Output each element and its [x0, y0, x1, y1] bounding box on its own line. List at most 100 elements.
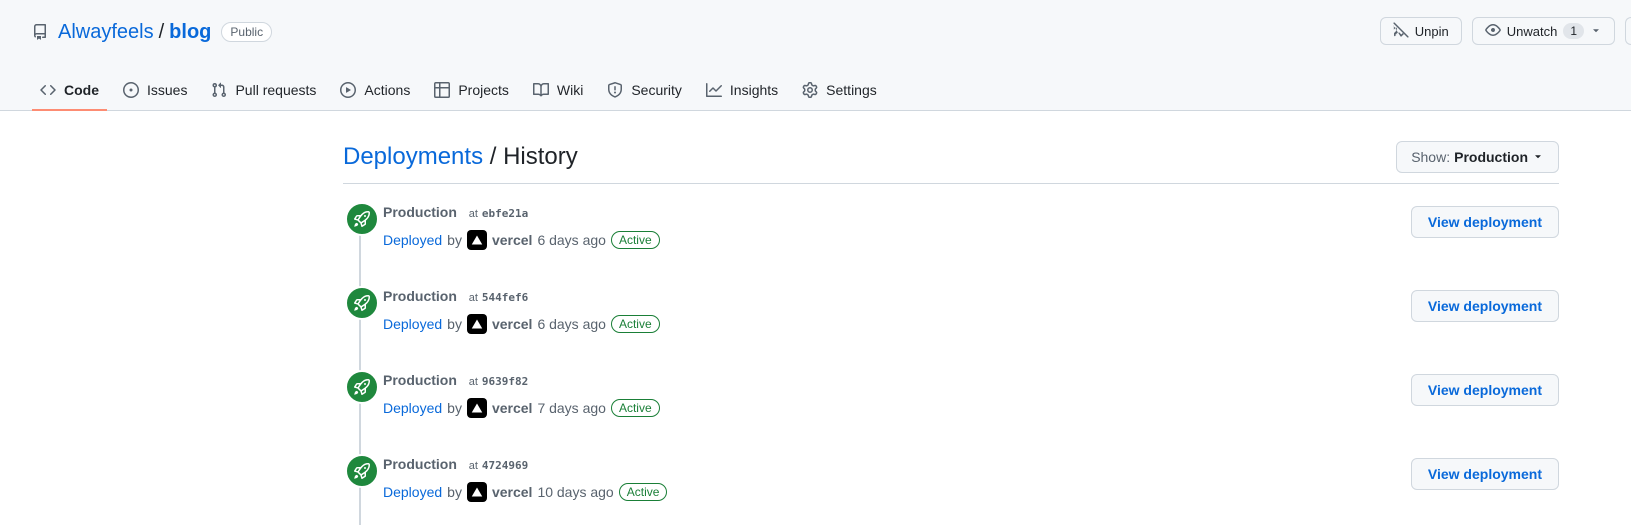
deployment-at: at: [468, 208, 478, 220]
deployment-at: at: [468, 460, 478, 472]
environment-filter-button[interactable]: Show: Production: [1396, 140, 1559, 173]
rocket-icon: [345, 202, 379, 236]
more-actions-button[interactable]: [1625, 17, 1631, 45]
deployed-link[interactable]: Deployed: [383, 400, 442, 416]
repo-icon: [32, 24, 48, 40]
vercel-avatar[interactable]: [466, 314, 487, 334]
tab-wiki-label: Wiki: [556, 82, 584, 98]
view-deployment-button[interactable]: View deployment: [1410, 290, 1559, 322]
deployment-env-line: Production at 544fef6: [383, 286, 660, 308]
watch-count: 1: [1563, 23, 1584, 39]
deployment-sha: 544fef6: [481, 291, 529, 304]
rocket-icon: [345, 454, 379, 488]
deployer-name[interactable]: vercel: [492, 316, 532, 332]
view-deployment-button[interactable]: View deployment: [1410, 206, 1559, 238]
tab-issues[interactable]: Issues: [115, 70, 195, 110]
unwatch-button[interactable]: Unwatch 1: [1471, 17, 1615, 45]
vercel-triangle-icon: [471, 319, 483, 329]
deployed-by: by: [447, 232, 462, 248]
unwatch-label: Unwatch: [1506, 23, 1558, 39]
tab-actions[interactable]: Actions: [332, 70, 418, 110]
show-prefix: Show:: [1411, 148, 1451, 165]
breadcrumb-separator: /: [489, 142, 497, 170]
tab-insights-label: Insights: [729, 82, 779, 98]
tab-issues-label: Issues: [147, 82, 188, 98]
deployment-body: Production at 544fef6 Deployed by vercel…: [383, 282, 660, 366]
deployment-item: Production at 4724969 Deployed by vercel…: [343, 450, 1559, 525]
tab-insights[interactable]: Insights: [698, 70, 786, 110]
visibility-badge: Public: [221, 22, 273, 42]
deployment-meta-line: Deployed by vercel 10 days ago Active: [383, 482, 668, 502]
play-icon: [340, 82, 357, 98]
tab-security-label: Security: [631, 82, 682, 98]
status-badge: Active: [610, 315, 660, 333]
unpin-button[interactable]: Unpin: [1379, 17, 1462, 45]
deployment-env-line: Production at 4724969: [383, 454, 667, 476]
code-icon: [40, 84, 56, 96]
view-deployment-button[interactable]: View deployment: [1410, 374, 1559, 406]
deployed-by: by: [447, 316, 462, 332]
deployment-time: 6 days ago: [537, 316, 606, 332]
deployment-item: Production at 544fef6 Deployed by vercel…: [343, 282, 1559, 366]
deployment-body: Production at 9639f82 Deployed by vercel…: [383, 366, 660, 450]
unpin-label: Unpin: [1414, 23, 1449, 39]
deployment-item: Production at 9639f82 Deployed by vercel…: [343, 366, 1559, 450]
deployment-env-line: Production at 9639f82: [383, 370, 660, 392]
deployment-environment: Production: [383, 288, 457, 304]
deployment-time: 7 days ago: [537, 400, 606, 416]
deployment-meta-line: Deployed by vercel 6 days ago Active: [383, 230, 660, 250]
repo-name-link[interactable]: blog: [169, 21, 211, 44]
vercel-avatar[interactable]: [466, 482, 487, 502]
deployed-link[interactable]: Deployed: [383, 232, 442, 248]
deployed-link[interactable]: Deployed: [383, 316, 442, 332]
vercel-triangle-icon: [471, 403, 483, 413]
deployment-environment: Production: [383, 204, 457, 220]
deployment-body: Production at 4724969 Deployed by vercel…: [383, 450, 668, 525]
deployer-name[interactable]: vercel: [492, 400, 532, 416]
vercel-avatar[interactable]: [466, 230, 487, 250]
page-header: Deployments / History Show: Production: [343, 130, 1559, 184]
deployed-link[interactable]: Deployed: [383, 484, 442, 500]
issue-opened-icon: [123, 82, 139, 98]
vercel-triangle-icon: [471, 235, 483, 245]
deployment-sha: 9639f82: [481, 375, 529, 388]
tab-wiki[interactable]: Wiki: [525, 70, 591, 110]
repo-title: Alwayfeels / blog Public: [32, 18, 273, 46]
tab-settings[interactable]: Settings: [794, 70, 885, 110]
tab-projects-label: Projects: [458, 82, 509, 98]
tab-pull-requests-label: Pull requests: [235, 82, 317, 98]
deployment-timeline: Production at ebfe21a Deployed by vercel…: [343, 198, 1559, 525]
deployer-name[interactable]: vercel: [492, 232, 532, 248]
caret-down-icon: [1590, 24, 1602, 39]
deployments-content: Deployments / History Show: Production P…: [343, 130, 1559, 525]
status-badge: Active: [618, 483, 668, 501]
view-deployment-button[interactable]: View deployment: [1410, 458, 1559, 490]
vercel-avatar[interactable]: [466, 398, 487, 418]
status-badge: Active: [610, 231, 660, 249]
tab-pull-requests[interactable]: Pull requests: [203, 70, 324, 110]
header-actions: Unpin Unwatch 1: [1379, 17, 1631, 45]
status-badge: Active: [610, 399, 660, 417]
deployment-body: Production at ebfe21a Deployed by vercel…: [383, 198, 660, 282]
tab-settings-label: Settings: [826, 82, 877, 98]
table-icon: [434, 82, 451, 98]
tab-projects[interactable]: Projects: [426, 70, 517, 110]
deployment-item: Production at ebfe21a Deployed by vercel…: [343, 198, 1559, 282]
tab-code[interactable]: Code: [32, 70, 107, 111]
repo-owner-link[interactable]: Alwayfeels: [58, 21, 154, 44]
deployment-at: at: [468, 376, 478, 388]
page-title: Deployments / History: [343, 143, 578, 171]
deployment-env-line: Production at ebfe21a: [383, 202, 660, 224]
deployer-name[interactable]: vercel: [492, 484, 532, 500]
deployment-meta-line: Deployed by vercel 7 days ago Active: [383, 398, 660, 418]
tab-code-label: Code: [64, 82, 99, 98]
eye-icon: [1484, 22, 1501, 41]
caret-down-icon: [1532, 149, 1544, 165]
pin-slash-icon: [1393, 21, 1409, 41]
deployment-sha: 4724969: [481, 459, 529, 472]
tab-actions-label: Actions: [364, 82, 411, 98]
deployment-environment: Production: [383, 372, 457, 388]
repo-separator: /: [158, 20, 165, 43]
deployments-breadcrumb-link[interactable]: Deployments: [343, 143, 483, 170]
tab-security[interactable]: Security: [599, 70, 690, 110]
